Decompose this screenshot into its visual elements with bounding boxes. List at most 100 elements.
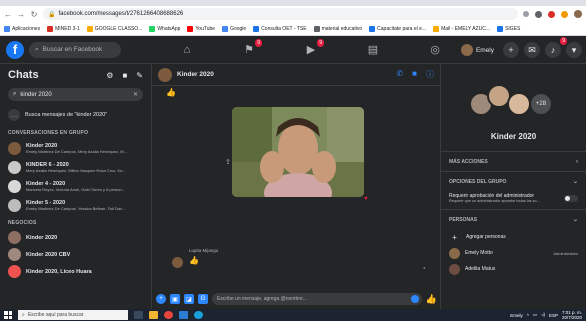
bookmark-item[interactable]: Mail - EMELY AZUC... bbox=[433, 25, 490, 32]
task-view-icon[interactable] bbox=[134, 311, 143, 319]
home-icon[interactable]: ⌂ bbox=[180, 44, 194, 56]
reload-icon[interactable]: ↻ bbox=[30, 10, 38, 19]
edge-icon[interactable] bbox=[194, 311, 203, 319]
back-icon[interactable]: ← bbox=[4, 10, 12, 19]
extension-icon[interactable] bbox=[561, 10, 568, 18]
avatar[interactable] bbox=[158, 67, 172, 82]
watch-icon[interactable]: ▶ 9 bbox=[304, 39, 324, 56]
share-icon[interactable]: ⇪ bbox=[225, 158, 231, 166]
extension-icon[interactable] bbox=[548, 10, 555, 18]
member-item[interactable]: Emely Motto Administrador bbox=[441, 245, 586, 261]
chat-members: Emely Martinez De Campos, Mery Azalia He… bbox=[26, 149, 127, 154]
bookmark-item[interactable]: GOOGLE CLASSO... bbox=[86, 25, 142, 32]
clock[interactable]: 7:01 p. m. 20/7/2020 bbox=[562, 310, 582, 320]
group-options-row[interactable]: OPCIONES DEL GRUPO ⌄ bbox=[441, 171, 586, 191]
sender-name: Lupita Mijango bbox=[189, 248, 219, 253]
phone-icon[interactable]: ✆ bbox=[396, 69, 403, 80]
chevron-up-icon[interactable]: ^ bbox=[527, 313, 529, 318]
chat-list-item[interactable]: KINDER 6 - 2020 Mery Azalia Henriquez, Mi… bbox=[0, 158, 151, 177]
bookmark-item[interactable]: YouTube bbox=[187, 25, 215, 32]
star-icon[interactable] bbox=[523, 11, 529, 17]
conversation-title[interactable]: Kinder 2020 bbox=[177, 71, 391, 78]
chat-name: Kinder 2020 CBV bbox=[26, 251, 71, 258]
more-actions-row[interactable]: MÁS ACCIONES ‹ bbox=[441, 151, 586, 171]
people-label: PERSONAS bbox=[449, 216, 478, 223]
add-people-button[interactable]: + Agregar personas bbox=[441, 229, 586, 245]
message-input[interactable]: Escribe un mensaje, agrega @nombre... bbox=[212, 293, 422, 305]
like-button[interactable]: 👍 bbox=[426, 294, 437, 305]
bookmark-icon bbox=[4, 25, 10, 32]
notifications-button[interactable]: ♪ 9 bbox=[545, 37, 567, 58]
windows-start-icon[interactable] bbox=[4, 311, 12, 319]
gear-icon[interactable]: ⚙ bbox=[106, 71, 113, 80]
taskbar-search-input[interactable]: ⌕ Escribe aquí para buscar bbox=[18, 310, 128, 320]
add-icon[interactable]: + bbox=[156, 294, 166, 304]
admin-approval-setting: Requerir aprobación del administrador Re… bbox=[441, 191, 586, 205]
taskbar-search-placeholder: Escribe aquí para buscar bbox=[27, 312, 84, 318]
messenger-button[interactable]: ✉ bbox=[524, 42, 540, 58]
chevron-down-icon: ⌄ bbox=[572, 179, 578, 185]
profile-link[interactable]: Emely bbox=[460, 44, 494, 56]
avatar bbox=[8, 265, 21, 278]
sticker-icon[interactable]: ◪ bbox=[184, 294, 194, 304]
info-icon[interactable]: ⓘ bbox=[426, 69, 434, 80]
gif-icon[interactable]: G bbox=[198, 294, 208, 304]
search-icon: ⌕ bbox=[22, 312, 25, 318]
video-call-icon[interactable]: ■ bbox=[122, 71, 127, 80]
avatar bbox=[449, 263, 460, 275]
facebook-search-input[interactable]: ⌕ Buscar en Facebook bbox=[29, 41, 121, 58]
chat-list-item[interactable]: Kinder 2020, Liceo Huara bbox=[0, 263, 151, 280]
app-icon[interactable] bbox=[179, 311, 188, 319]
pages-badge: 9 bbox=[255, 39, 262, 47]
chat-list-item[interactable]: Kinder 2020 bbox=[0, 229, 151, 246]
file-explorer-icon[interactable] bbox=[149, 311, 158, 319]
people-row[interactable]: PERSONAS ⌄ bbox=[441, 209, 586, 229]
volume-icon[interactable]: ◃) bbox=[541, 312, 545, 318]
create-button[interactable]: + bbox=[503, 42, 519, 58]
network-icon[interactable]: ▭ bbox=[533, 312, 537, 318]
bookmark-item[interactable]: SIGES bbox=[497, 25, 521, 32]
extension-icon[interactable] bbox=[535, 10, 542, 18]
address-bar[interactable]: 🔒 facebook.com/messages/t/27612664086886… bbox=[43, 8, 518, 20]
bookmark-item[interactable]: MINED 3-1 bbox=[47, 25, 80, 32]
chrome-icon[interactable] bbox=[164, 311, 173, 319]
chat-search-input[interactable]: ⌕ kinder 2020 ✕ bbox=[8, 88, 143, 101]
video-thumbnail bbox=[232, 107, 364, 197]
emoji-icon[interactable] bbox=[410, 295, 419, 303]
group-name: Kinder 2020 bbox=[490, 132, 537, 141]
language-indicator[interactable]: ESP bbox=[549, 313, 558, 318]
chat-list-item[interactable]: Kinder 5 - 2020 Emely Martinez De Campos,… bbox=[0, 196, 151, 215]
bookmark-item[interactable]: Consulta OET - TSE bbox=[253, 25, 307, 32]
main-nav: ⌂ ⚑ 9 ▶ 9 ▤ ◎ bbox=[180, 36, 442, 64]
account-menu-button[interactable]: ▾ bbox=[566, 42, 582, 58]
clear-search-icon[interactable]: ✕ bbox=[133, 91, 138, 98]
message-search-option[interactable]: … Busca mensajes de "kinder 2020" bbox=[0, 103, 151, 125]
bookmark-item[interactable]: WhatsApp bbox=[149, 25, 180, 32]
marketplace-icon[interactable]: ▤ bbox=[366, 44, 380, 56]
bookmark-item[interactable]: material educativo bbox=[313, 25, 362, 32]
bookmark-item[interactable]: Aplicaciones bbox=[4, 25, 40, 32]
approval-toggle[interactable] bbox=[564, 194, 578, 202]
chat-list-item[interactable]: Kinder 4 - 2020 Maricela Reyes, Victoria … bbox=[0, 177, 151, 196]
video-message[interactable] bbox=[232, 107, 364, 197]
profile-avatar[interactable] bbox=[574, 10, 582, 18]
video-call-icon[interactable]: ■ bbox=[412, 69, 417, 80]
image-icon[interactable]: ▣ bbox=[170, 294, 180, 304]
details-panel: +28 Kinder 2020 MÁS ACCIONES ‹ OPCIONES … bbox=[441, 64, 586, 309]
chat-members: Emely Martinez De Campos, Yessica Beltra… bbox=[26, 206, 126, 211]
facebook-logo-icon[interactable]: f bbox=[6, 40, 24, 59]
groups-icon[interactable]: ◎ bbox=[428, 44, 442, 56]
forward-icon[interactable]: → bbox=[17, 10, 25, 19]
chat-list-item[interactable]: Kinder 2020 CBV bbox=[0, 246, 151, 263]
avatar bbox=[8, 161, 21, 174]
bookmark-item[interactable]: Capacitate para el e... bbox=[369, 25, 426, 32]
chat-name: Kinder 2020, Liceo Huara bbox=[26, 268, 92, 275]
more-members-count[interactable]: +28 bbox=[529, 92, 553, 116]
member-item[interactable]: Adelita Matus bbox=[441, 261, 586, 277]
chat-list-item[interactable]: Kinder 2020 Emely Martinez De Campos, Mer… bbox=[0, 139, 151, 158]
bookmark-label: SIGES bbox=[505, 25, 521, 32]
bookmark-item[interactable]: Google bbox=[222, 25, 246, 32]
conversation-panel: Kinder 2020 ✆ ■ ⓘ 👍 ⇪ ♥ Lupita Mijango 👍… bbox=[152, 64, 441, 309]
compose-icon[interactable]: ✎ bbox=[136, 71, 143, 80]
pages-icon[interactable]: ⚑ 9 bbox=[242, 39, 262, 56]
